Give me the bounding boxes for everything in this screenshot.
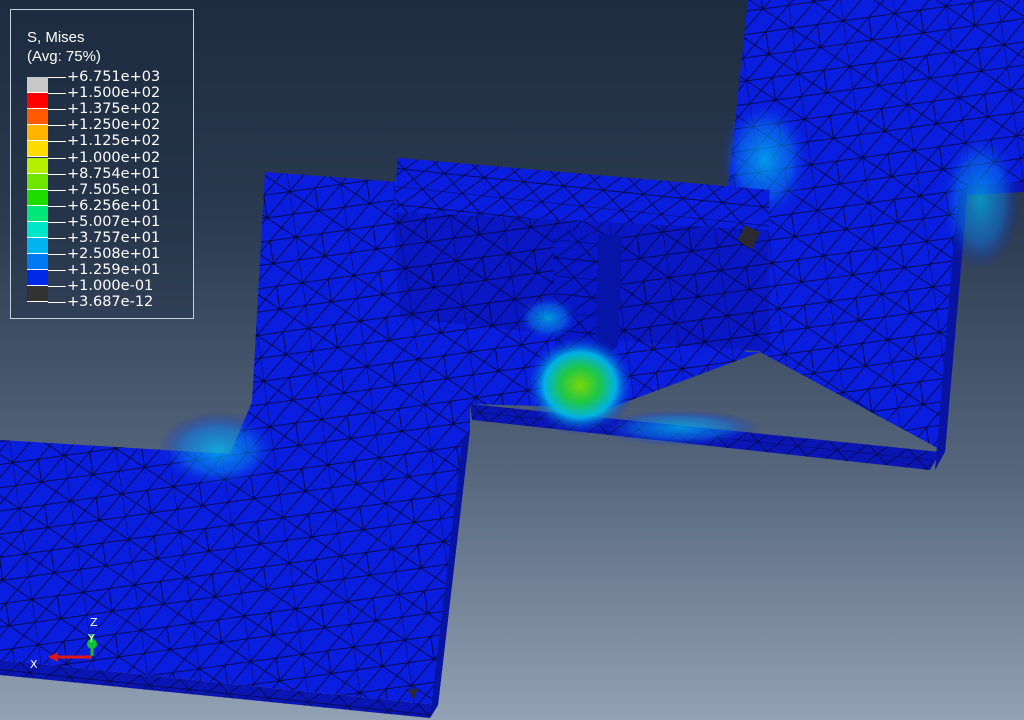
legend-color-band [27,77,48,94]
legend-color-band [27,205,48,222]
legend-value: +1.250e+02 [67,117,161,134]
legend-value: +1.500e+02 [67,85,161,102]
legend-color-band [27,125,48,142]
axis-z-label: Z [90,616,98,629]
legend-tick [48,109,66,111]
legend-value: +1.000e+02 [67,149,161,166]
legend-tick [48,77,66,78]
legend-tick [48,141,66,143]
legend-color-band [27,286,48,303]
legend-color-band [27,254,48,271]
axis-triad: Z Y X [26,612,106,672]
legend-color-band [27,270,48,287]
axis-y-label: Y [88,632,95,645]
legend-color-band [27,173,48,190]
legend-tick [48,238,66,239]
axis-x-label: X [30,658,38,671]
legend-value: +3.757e+01 [67,230,161,246]
legend-tick [48,286,66,288]
legend-color-band [27,157,48,174]
legend-subtitle: (Avg: 75%) [27,48,101,65]
legend-color-band [27,93,48,110]
legend-tick [48,254,66,256]
legend-value: +5.007e+01 [67,213,161,230]
legend-value: +1.375e+02 [67,101,161,118]
legend-value: +8.754e+01 [67,165,161,182]
legend-value: +3.687e-12 [67,294,154,311]
legend-value: +6.751e+03 [67,69,161,85]
legend-tick [48,157,66,159]
legend-color-band [27,141,48,158]
legend-value: +2.508e+01 [67,246,161,263]
legend-value: +1.000e-01 [67,278,154,295]
legend-value: +7.505e+01 [67,181,161,198]
legend-color-band [27,221,48,238]
legend-value: +6.256e+01 [67,197,161,214]
legend-tick [48,173,66,175]
legend-title: S, Mises [27,29,85,46]
legend-tick [48,205,66,207]
legend-value: +1.125e+02 [67,133,161,150]
legend-value: +1.259e+01 [67,262,161,279]
legend-tick [48,189,66,191]
legend-tick [48,302,66,304]
legend-tick [48,221,66,223]
stress-legend: S, Mises (Avg: 75%) +6.751e+03 +1.500e+02… [10,9,194,319]
legend-color-band [27,109,48,126]
legend-tick [48,93,66,95]
legend-color-band [27,189,48,206]
legend-tick [48,270,66,272]
legend-color-band [27,238,48,255]
legend-tick [48,125,66,127]
